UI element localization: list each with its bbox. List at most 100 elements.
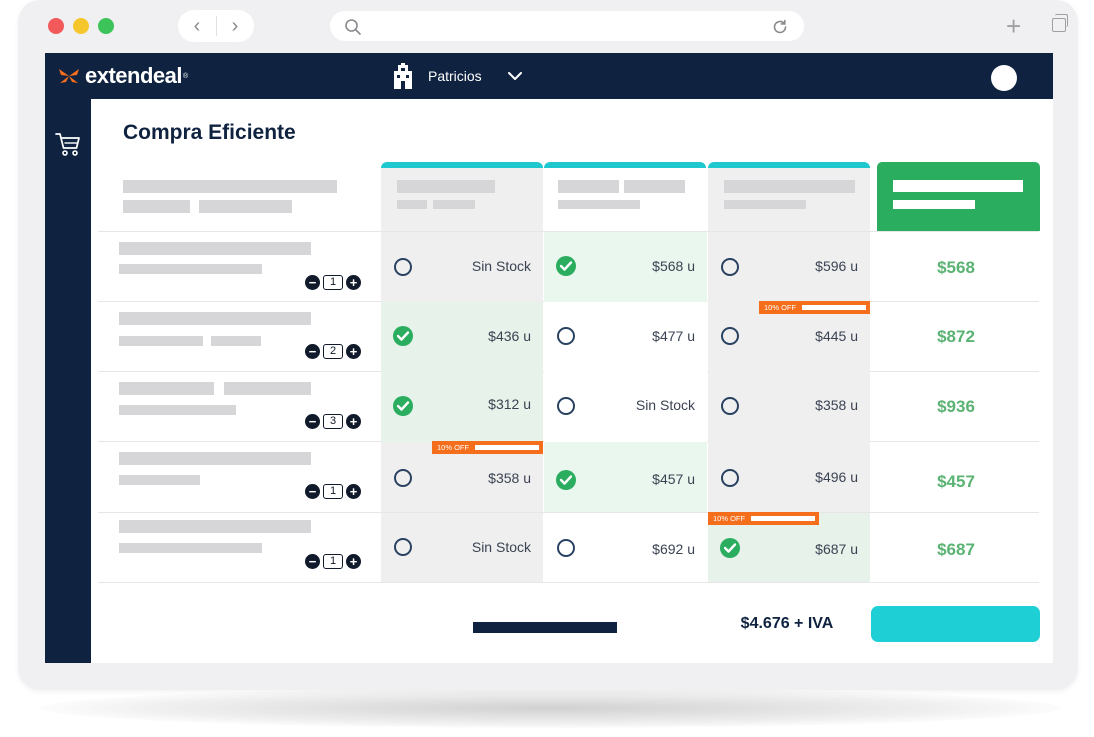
decrease-quantity-button[interactable]: − <box>305 274 320 290</box>
quantity-stepper: − 1 + <box>305 274 361 290</box>
supplier-info-placeholder <box>397 200 427 209</box>
product-name-placeholder <box>119 520 311 533</box>
row-total: $936 <box>937 397 975 416</box>
brand-name: extendeal <box>85 63 183 88</box>
close-window-button[interactable] <box>48 18 64 34</box>
supplier-header[interactable] <box>544 168 706 231</box>
check-circle-icon[interactable] <box>393 326 413 346</box>
offer-cell[interactable]: 10% OFF $445 u <box>708 301 870 372</box>
supplier-name-placeholder <box>397 180 495 193</box>
product-header-placeholder <box>199 200 292 213</box>
confirm-purchase-button[interactable] <box>871 606 1040 642</box>
offer-cell[interactable]: 10% OFF $358 u <box>381 441 543 512</box>
product-detail-placeholder <box>119 264 262 274</box>
offer-cell-selected[interactable]: $436 u <box>381 302 543 372</box>
decrease-quantity-button[interactable]: − <box>305 413 320 429</box>
offer-radio[interactable] <box>394 469 412 487</box>
supplier-header[interactable] <box>708 168 870 231</box>
row-total: $872 <box>937 327 975 346</box>
address-bar[interactable] <box>330 11 804 41</box>
forward-button[interactable]: › <box>216 10 254 42</box>
new-tab-button[interactable]: + <box>1006 12 1021 40</box>
increase-quantity-button[interactable]: + <box>346 413 361 429</box>
increase-quantity-button[interactable]: + <box>346 553 361 569</box>
main-content: Compra Eficiente − 1 + Sin Stock $568 u … <box>91 99 1053 663</box>
offer-cell-selected[interactable]: $312 u <box>381 372 543 442</box>
supplier-name-placeholder <box>624 180 685 193</box>
user-avatar[interactable] <box>991 65 1017 91</box>
offer-cell-selected[interactable]: $457 u <box>544 442 707 512</box>
offer-price: $358 u <box>815 397 858 413</box>
quantity-value[interactable]: 1 <box>323 483 343 499</box>
offer-cell[interactable]: $496 u <box>708 442 870 512</box>
offer-cell[interactable]: $477 u <box>544 302 707 372</box>
offer-radio[interactable] <box>394 538 412 556</box>
quantity-value[interactable]: 2 <box>323 343 343 359</box>
decrease-quantity-button[interactable]: − <box>305 343 320 359</box>
offer-price: $496 u <box>815 469 858 485</box>
offer-price: Sin Stock <box>471 539 531 555</box>
decrease-quantity-button[interactable]: − <box>305 553 320 569</box>
reload-icon[interactable] <box>771 18 789 36</box>
offer-radio[interactable] <box>721 327 739 345</box>
offer-cell[interactable]: Sin Stock <box>381 232 543 302</box>
offer-radio[interactable] <box>721 397 739 415</box>
discount-badge-label: 10% OFF <box>764 303 797 312</box>
offer-radio[interactable] <box>557 327 575 345</box>
offer-radio[interactable] <box>721 258 739 276</box>
store-icon <box>394 63 412 89</box>
store-name: Patricios <box>428 68 482 84</box>
offer-cell[interactable]: Sin Stock <box>544 372 707 442</box>
offer-price: $445 u <box>815 328 858 344</box>
check-circle-icon[interactable] <box>556 470 576 490</box>
chevron-down-icon <box>507 72 522 80</box>
minimize-window-button[interactable] <box>73 18 89 34</box>
product-detail-placeholder <box>119 543 262 553</box>
quantity-value[interactable]: 3 <box>323 413 343 429</box>
product-name-placeholder <box>119 312 311 325</box>
quantity-value[interactable]: 1 <box>323 274 343 290</box>
offer-radio[interactable] <box>557 397 575 415</box>
row-total: $687 <box>937 540 975 559</box>
offer-price: $312 u <box>488 396 531 412</box>
store-selector[interactable]: Patricios <box>392 63 522 89</box>
offer-cell[interactable]: $596 u <box>708 232 870 302</box>
back-button[interactable]: ‹ <box>178 10 216 42</box>
supplier-info-placeholder <box>433 200 475 209</box>
quantity-value[interactable]: 1 <box>323 553 343 569</box>
cart-icon[interactable] <box>55 131 81 157</box>
check-circle-icon[interactable] <box>556 256 576 276</box>
sidebar <box>45 99 91 663</box>
offer-price: $692 u <box>652 541 695 557</box>
offer-cell[interactable]: $358 u <box>708 372 870 442</box>
brand-logo[interactable]: extendeal ® <box>57 61 188 91</box>
best-price-title-placeholder <box>893 180 1023 192</box>
quantity-stepper: − 1 + <box>305 553 361 569</box>
offer-cell-selected[interactable]: 10% OFF $687 u <box>708 512 870 582</box>
offer-cell[interactable]: Sin Stock <box>381 513 543 582</box>
quantity-stepper: − 2 + <box>305 343 361 359</box>
increase-quantity-button[interactable]: + <box>346 274 361 290</box>
row-total: $568 <box>937 258 975 277</box>
check-circle-icon[interactable] <box>393 396 413 416</box>
brand-registered-mark: ® <box>183 72 189 80</box>
maximize-window-button[interactable] <box>98 18 114 34</box>
offer-radio[interactable] <box>394 258 412 276</box>
product-detail-placeholder <box>211 336 261 346</box>
window-shadow <box>40 688 1060 728</box>
product-name-placeholder <box>119 452 311 465</box>
increase-quantity-button[interactable]: + <box>346 343 361 359</box>
check-circle-icon[interactable] <box>720 538 740 558</box>
offer-cell[interactable]: $692 u <box>544 513 707 582</box>
increase-quantity-button[interactable]: + <box>346 483 361 499</box>
discount-badge-label: 10% OFF <box>713 514 746 523</box>
offer-radio[interactable] <box>557 539 575 557</box>
offer-radio[interactable] <box>721 469 739 487</box>
offer-cell-selected[interactable]: $568 u <box>544 232 707 302</box>
footer-label-placeholder <box>473 622 617 633</box>
row-total: $457 <box>937 472 975 491</box>
supplier-header[interactable] <box>381 168 543 231</box>
tab-overview-icon[interactable] <box>1052 14 1068 32</box>
supplier-name-placeholder <box>558 180 619 193</box>
decrease-quantity-button[interactable]: − <box>305 483 320 499</box>
